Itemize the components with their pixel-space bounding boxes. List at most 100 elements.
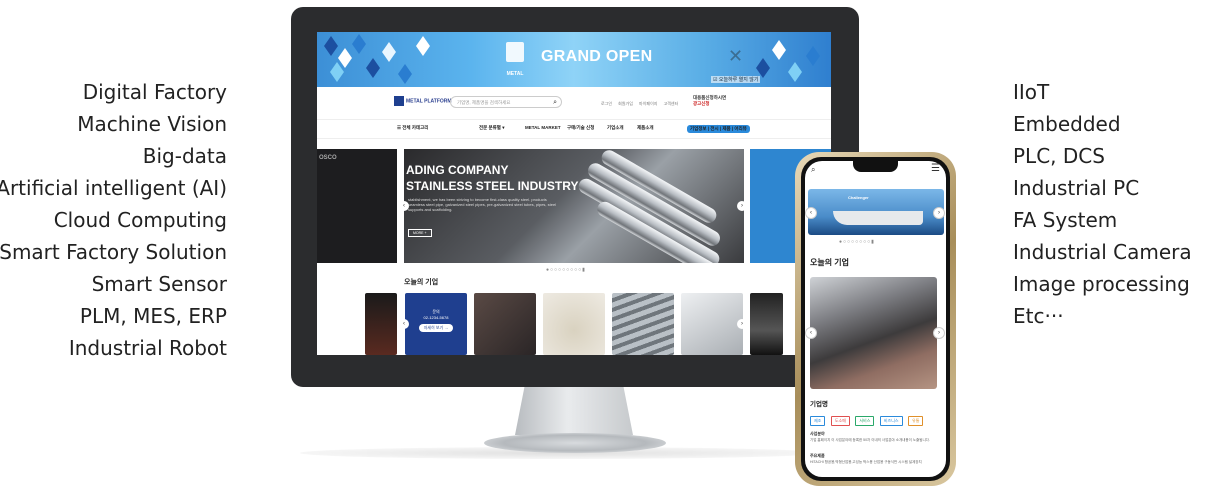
right-feature-list: IIoT Embedded PLC, DCS Industrial PC FA …: [1013, 76, 1192, 332]
monitor-stand-base: [484, 433, 666, 453]
site-header: METAL PLATFORM 기업명, 제품명을 검색하세요 ⌕ 로그인 회원가…: [317, 87, 831, 119]
feature-item: Smart Factory Solution: [0, 240, 227, 264]
feature-item: Smart Sensor: [91, 272, 227, 296]
site-logo[interactable]: METAL PLATFORM: [394, 96, 452, 106]
feature-item: Big-data: [142, 144, 227, 168]
all-category-menu[interactable]: ☰ 전체 카테고리: [397, 125, 428, 131]
cube-decor: [416, 36, 430, 56]
cube-decor: [806, 46, 820, 66]
company-tag: 비즈니스: [879, 416, 903, 426]
mobile-product-image[interactable]: [810, 277, 937, 389]
prev-slide-preview[interactable]: OSCO: [317, 149, 397, 263]
site-logo-text: METAL PLATFORM: [406, 98, 452, 105]
contact-phone: 02-1234-5678: [423, 315, 449, 320]
search-icon[interactable]: ⌕: [553, 97, 557, 109]
cube-decor: [324, 36, 338, 56]
company-name: 기업명: [810, 401, 828, 408]
biz-portal-badge: 기업정보 | 전시 | 제품 | 어리뷰: [687, 125, 750, 133]
cube-decor: [382, 42, 396, 62]
nav-item-companies[interactable]: 기업소개: [607, 125, 624, 131]
feature-item: IIoT: [1013, 80, 1050, 104]
current-slide[interactable]: ADING COMPANY STAINLESS STEEL INDUSTRY s…: [404, 149, 744, 263]
chevron-right-icon[interactable]: ›: [933, 207, 945, 219]
feature-item: Image processing: [1013, 272, 1190, 296]
feature-item: Cloud Computing: [53, 208, 227, 232]
mypage-link[interactable]: 마이페이지: [639, 101, 657, 106]
company-tile[interactable]: [750, 293, 783, 355]
nav-item-metal-market[interactable]: METAL MARKET: [525, 125, 561, 130]
nav-item-purchase[interactable]: 구매/기술 신청: [567, 125, 594, 131]
company-tag: 서비스: [855, 416, 875, 426]
feature-item: FA System: [1013, 208, 1118, 232]
company-tag: 유통: [908, 416, 924, 426]
utility-links: 로그인 회원가입 마이페이지 고객센터: [601, 101, 683, 107]
logo-mark-icon: [506, 42, 524, 62]
chevron-left-icon[interactable]: ‹: [805, 207, 817, 219]
company-tile[interactable]: [474, 293, 536, 355]
main-nav: ☰ 전체 카테고리 전문 분류별 ▾ METAL MARKET 구매/기술 신청…: [317, 119, 831, 139]
phone-screen: ⌕ ☰ Challenger ‹ › ●○○○○○○○▮ 오늘의 기업 ‹ › …: [805, 161, 946, 477]
chevron-right-icon[interactable]: ›: [737, 319, 747, 329]
company-tile[interactable]: [543, 293, 605, 355]
chevron-left-icon[interactable]: ‹: [399, 201, 409, 211]
monitor-stand: [515, 387, 633, 435]
cube-decor: [330, 62, 344, 82]
view-detail-button[interactable]: 자세히 보기 →: [418, 324, 454, 332]
company-tile[interactable]: [365, 293, 397, 355]
feature-item: Industrial PC: [1013, 176, 1140, 200]
company-tile[interactable]: [681, 293, 743, 355]
close-icon[interactable]: ✕: [728, 46, 743, 67]
metal-platform-logo: METAL PLATFORM: [493, 42, 537, 78]
search-placeholder: 기업명, 제품명을 검색하세요: [457, 100, 511, 105]
chevron-left-icon[interactable]: ‹: [805, 327, 817, 339]
support-link[interactable]: 고객센터: [664, 101, 679, 106]
more-button[interactable]: MORE +: [408, 229, 432, 237]
ad-request-link[interactable]: 대용품신청하시면 광고신청: [693, 95, 726, 107]
phone-notch: [853, 161, 898, 172]
slide-description: stablishment, we has been striving to be…: [408, 197, 557, 212]
prev-slide-text: OSCO: [319, 155, 337, 161]
top-banner[interactable]: METAL PLATFORM GRAND OPEN ✕ ☑ 오늘하루 열지 않기: [317, 32, 831, 87]
nav-item-products[interactable]: 제품소개: [637, 125, 654, 131]
cube-decor: [366, 58, 380, 78]
main-products-label: 주요제품: [810, 453, 825, 458]
mobile-slider-pagination[interactable]: ●○○○○○○○▮: [839, 239, 875, 245]
hero-slider: OSCO ADING COMPANY STAINLESS STEEL INDUS…: [317, 149, 831, 265]
contact-tile[interactable]: 문의 02-1234-5678 자세히 보기 →: [405, 293, 467, 355]
ship-image: [833, 211, 923, 225]
hamburger-menu-icon[interactable]: ☰: [931, 163, 940, 174]
company-tag: 제조: [810, 416, 826, 426]
cube-decor: [756, 58, 770, 78]
signup-link[interactable]: 회원가입: [618, 101, 633, 106]
company-tags: 제조 도소매 서비스 비즈니스 유통: [810, 409, 924, 427]
left-feature-list: Digital Factory Machine Vision Big-data …: [0, 76, 227, 364]
slider-pagination[interactable]: ●○○○○○○○○▮: [546, 267, 586, 273]
chevron-right-icon[interactable]: ›: [737, 201, 747, 211]
business-field-text: 기업 홈페이지 이 사업분야에 등록한 50자 이내의 사업분야 소개내용이 노…: [810, 438, 930, 442]
ad-title: 광고신청: [693, 101, 710, 106]
feature-item: Digital Factory: [82, 80, 227, 104]
hero-tag: Challenger: [848, 195, 869, 200]
cube-decor: [772, 40, 786, 60]
search-input[interactable]: 기업명, 제품명을 검색하세요 ⌕: [450, 96, 562, 108]
mobile-hero-slide[interactable]: Challenger: [808, 189, 944, 235]
feature-item: Embedded: [1013, 112, 1121, 136]
company-tag: 도소매: [830, 416, 850, 426]
chevron-left-icon[interactable]: ‹: [399, 319, 409, 329]
banner-title: GRAND OPEN: [541, 48, 653, 65]
section-title: 오늘의 기업: [404, 279, 439, 286]
feature-item: Industrial Camera: [1013, 240, 1192, 264]
feature-item: Etc···: [1013, 304, 1064, 328]
feature-item: PLM, MES, ERP: [79, 304, 227, 328]
chevron-right-icon[interactable]: ›: [933, 327, 945, 339]
business-field-label: 사업분야: [810, 431, 825, 436]
feature-item: Industrial Robot: [68, 336, 227, 360]
login-link[interactable]: 로그인: [601, 101, 612, 106]
logo-icon: [394, 96, 404, 106]
feature-item: Machine Vision: [77, 112, 227, 136]
cube-decor: [398, 64, 412, 84]
nav-item-category[interactable]: 전문 분류별 ▾: [479, 125, 504, 131]
search-icon[interactable]: ⌕: [811, 165, 815, 175]
hide-today-checkbox[interactable]: ☑ 오늘하루 열지 않기: [711, 76, 761, 83]
company-tile[interactable]: [612, 293, 674, 355]
